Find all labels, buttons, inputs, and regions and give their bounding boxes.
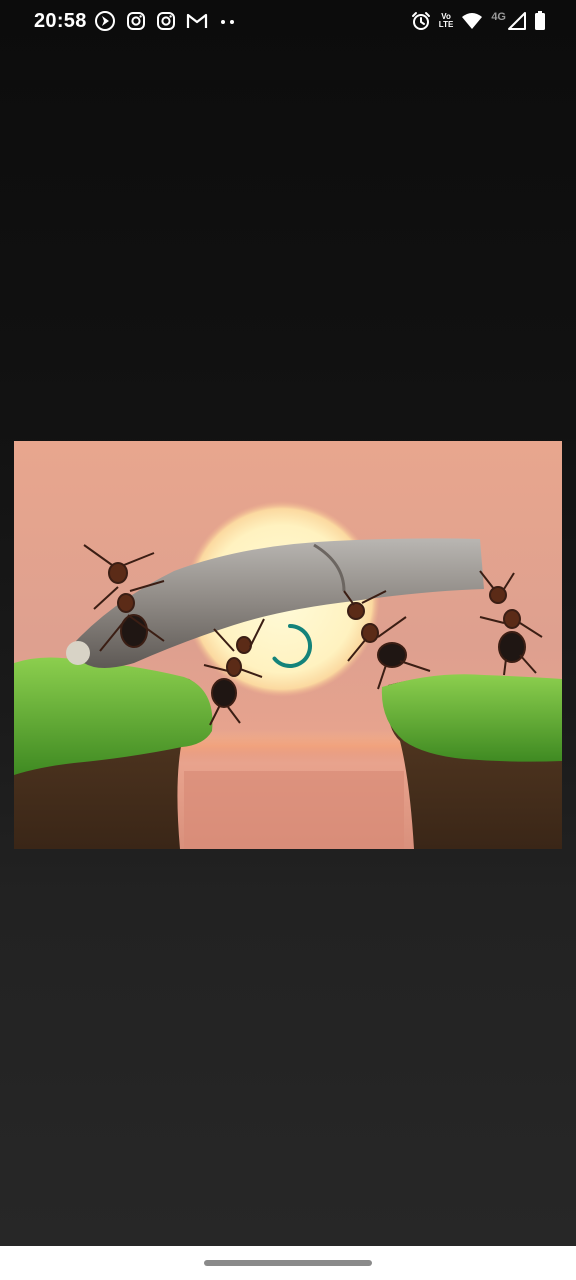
wifi-icon: [461, 12, 483, 30]
battery-icon: [534, 11, 546, 31]
navigation-arrow-icon: [94, 10, 116, 32]
system-icons: Vo LTE 4G: [411, 10, 546, 32]
volte-bottom-label: LTE: [438, 20, 454, 29]
status-time: 20:58: [34, 10, 87, 32]
more-dots-icon: [218, 11, 238, 31]
instagram-icon: [126, 11, 146, 31]
gmail-icon: [186, 12, 208, 30]
home-indicator[interactable]: [204, 1260, 372, 1266]
signal-icon: [508, 12, 526, 30]
alarm-icon: [411, 11, 431, 31]
instagram-icon: [156, 11, 176, 31]
loading-spinner: [266, 622, 314, 670]
status-bar: 20:58 Vo LTE 4G: [0, 0, 576, 44]
network-type-label: 4G: [491, 11, 506, 23]
volte-icon: Vo LTE: [439, 13, 454, 29]
navigation-bar: [0, 1246, 576, 1280]
notification-icons: [94, 10, 238, 32]
